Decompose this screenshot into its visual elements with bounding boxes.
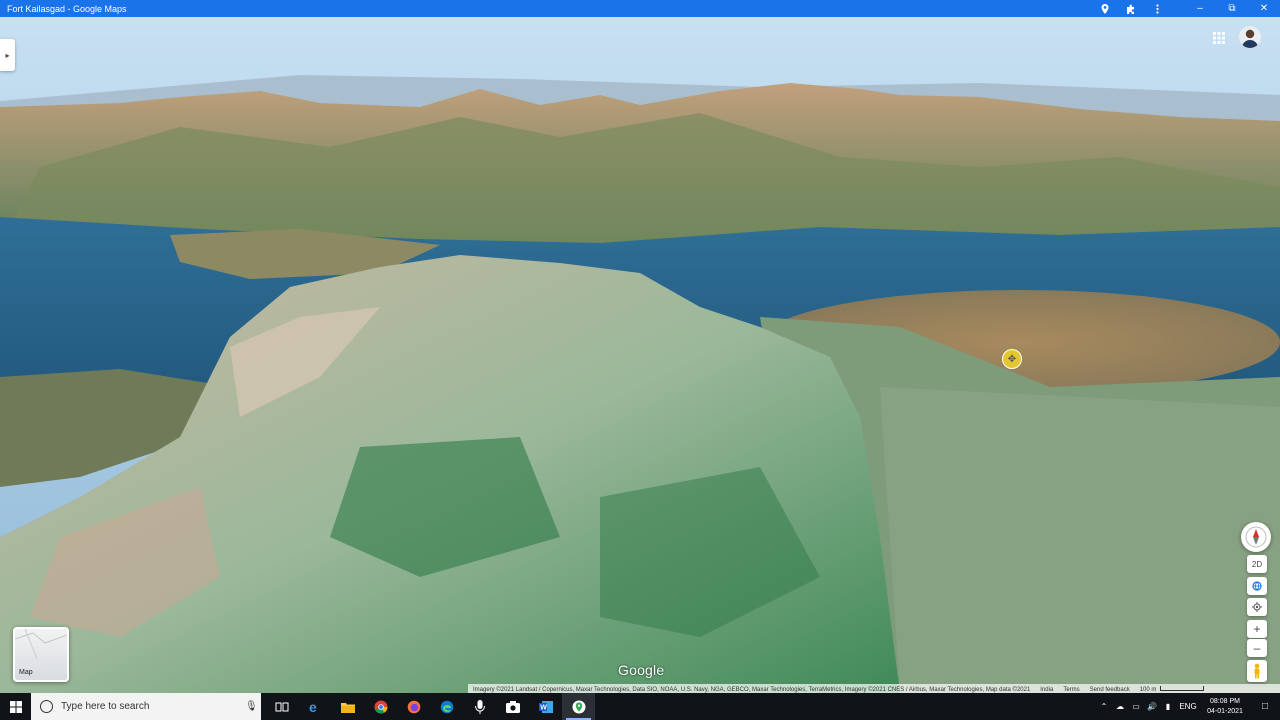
network-icon[interactable]: ▭	[1128, 702, 1144, 711]
edge-icon[interactable]	[430, 693, 463, 720]
camera-icon[interactable]	[496, 693, 529, 720]
edge-legacy-icon[interactable]: e	[298, 693, 331, 720]
pegman-icon[interactable]	[1247, 660, 1267, 682]
windows-taskbar: Type here to search 🎙 e W ⌃ ☁ ▭ 🔊 ▮ ENG …	[0, 693, 1280, 720]
clock-time: 08:08 PM	[1210, 697, 1240, 705]
google-apps-icon[interactable]	[1210, 29, 1228, 47]
window-title: Fort Kailasgad - Google Maps	[7, 3, 127, 14]
search-placeholder: Type here to search	[61, 701, 150, 712]
voice-recorder-icon[interactable]	[463, 693, 496, 720]
location-icon[interactable]	[1092, 0, 1118, 17]
title-bar: Fort Kailasgad - Google Maps – ⧉ ✕	[0, 0, 1280, 17]
svg-text:W: W	[540, 704, 547, 711]
move-cursor-icon: ✥	[1002, 349, 1022, 369]
zoom-in-button[interactable]: +	[1247, 620, 1267, 638]
task-view-icon[interactable]	[265, 693, 298, 720]
scale-label[interactable]: 100 m	[1135, 686, 1210, 693]
cortana-icon	[40, 700, 53, 713]
extensions-icon[interactable]	[1118, 0, 1144, 17]
start-button[interactable]	[0, 693, 31, 720]
toggle-2d-button[interactable]: 2D	[1247, 555, 1267, 573]
more-menu-icon[interactable]	[1144, 0, 1170, 17]
globe-view-icon[interactable]	[1247, 577, 1267, 595]
account-avatar[interactable]	[1239, 26, 1261, 48]
svg-text:e: e	[309, 700, 317, 714]
collapse-side-panel-button[interactable]: ▸	[0, 39, 15, 71]
scale-bar	[1160, 686, 1205, 691]
layer-switcher-label: Map	[19, 669, 33, 676]
terms-link[interactable]: Terms	[1058, 687, 1084, 693]
map-canvas[interactable]: ▸ ✥ Google Map 2D + – Imagery ©2021 Land…	[0, 17, 1280, 693]
chrome-icon[interactable]	[364, 693, 397, 720]
firefox-icon[interactable]	[397, 693, 430, 720]
zoom-out-button[interactable]: –	[1247, 639, 1267, 657]
file-explorer-icon[interactable]	[331, 693, 364, 720]
satellite-3d-terrain	[0, 17, 1280, 693]
minimize-button[interactable]: –	[1184, 0, 1216, 17]
clock-date: 04-01-2021	[1207, 707, 1243, 715]
restore-button[interactable]: ⧉	[1216, 0, 1248, 17]
language-indicator[interactable]: ENG	[1176, 702, 1200, 711]
my-location-icon[interactable]	[1247, 598, 1267, 616]
volume-icon[interactable]: 🔊	[1144, 702, 1160, 711]
show-hidden-icons-icon[interactable]: ⌃	[1096, 702, 1112, 711]
compass-button[interactable]	[1241, 522, 1271, 552]
google-maps-app-icon[interactable]	[562, 693, 595, 720]
google-logo: Google	[618, 662, 665, 678]
word-icon[interactable]: W	[529, 693, 562, 720]
send-feedback-link[interactable]: Send feedback	[1085, 687, 1135, 693]
region-link[interactable]: India	[1035, 687, 1058, 693]
layer-switcher-button[interactable]: Map	[13, 627, 69, 682]
onedrive-icon[interactable]: ☁	[1112, 702, 1128, 711]
battery-icon[interactable]: ▮	[1160, 702, 1176, 711]
microphone-icon[interactable]: 🎙	[245, 701, 261, 712]
map-attribution-bar: Imagery ©2021 Landsat / Copernicus, Maxa…	[468, 684, 1280, 693]
close-button[interactable]: ✕	[1248, 0, 1280, 17]
taskbar-search-box[interactable]: Type here to search 🎙	[31, 693, 261, 720]
notifications-icon[interactable]: □	[1250, 701, 1280, 712]
imagery-attribution: Imagery ©2021 Landsat / Copernicus, Maxa…	[473, 686, 1031, 693]
clock[interactable]: 08:08 PM 04-01-2021	[1200, 697, 1250, 717]
